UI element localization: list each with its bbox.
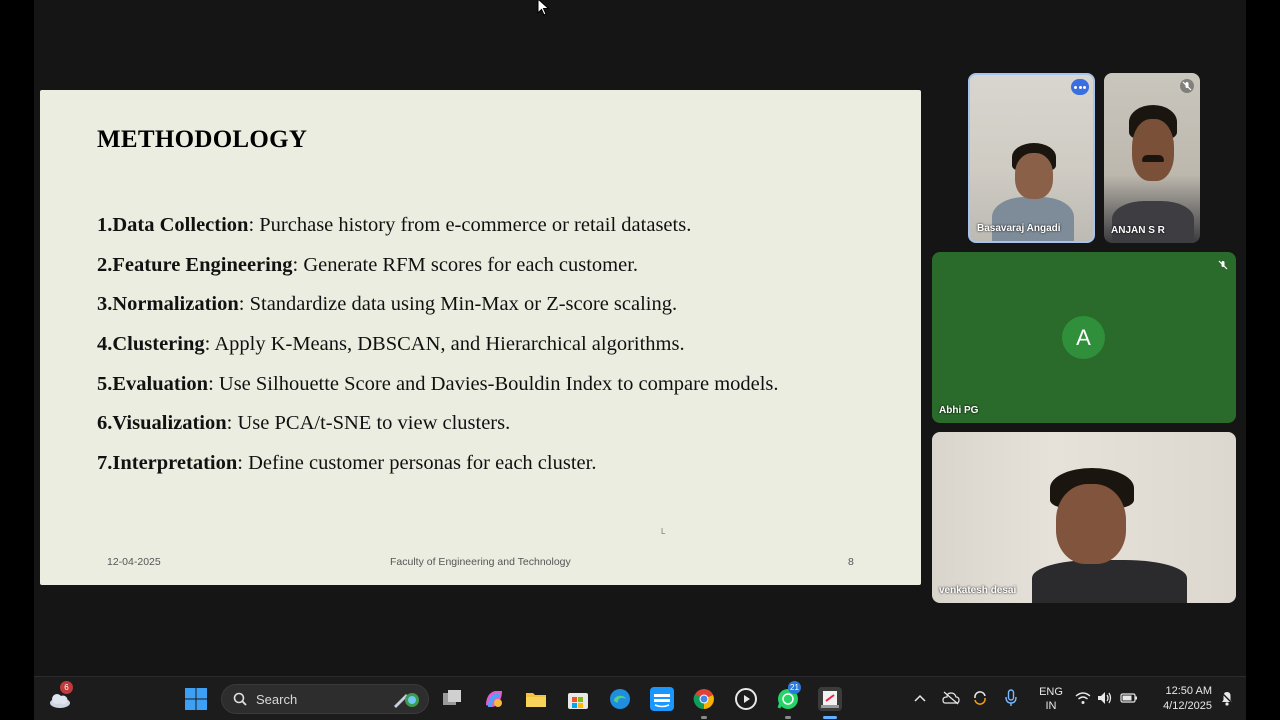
slide-footer-center: Faculty of Engineering and Technology	[390, 556, 571, 568]
item-term: 4.Clustering	[97, 333, 205, 356]
sync-icon[interactable]	[972, 690, 988, 706]
battery-icon[interactable]	[1120, 692, 1138, 704]
store-button[interactable]	[566, 687, 590, 711]
list-item: 7.Interpretation: Define customer person…	[97, 452, 897, 492]
onedrive-icon[interactable]	[942, 691, 960, 705]
item-desc: : Apply K-Means, DBSCAN, and Hierarchica…	[204, 333, 685, 356]
item-term: 1.Data Collection	[97, 214, 249, 236]
search-highlight-icon	[394, 693, 419, 708]
item-desc: : Generate RFM scores for each customer.	[292, 253, 639, 276]
participant-tile-abhi[interactable]: A Abhi PG	[932, 252, 1236, 423]
region-code: IN	[1045, 700, 1057, 712]
task-view-button[interactable]	[440, 687, 464, 711]
wifi-icon[interactable]	[1075, 691, 1091, 705]
snipping-tool-button[interactable]	[818, 687, 842, 711]
language-code: ENG	[1039, 686, 1063, 698]
running-indicator	[823, 716, 837, 719]
prime-video-button[interactable]	[650, 687, 674, 711]
slide-page-number: 8	[848, 556, 854, 568]
participant-video	[1132, 119, 1174, 181]
edge-icon	[610, 689, 630, 709]
whatsapp-badge: 21	[788, 681, 801, 694]
participant-name: ANJAN S R	[1111, 225, 1165, 236]
list-item: 4.Clustering: Apply K-Means, DBSCAN, and…	[97, 333, 897, 373]
item-term: 6.Visualization	[97, 412, 227, 435]
search-icon	[233, 692, 247, 706]
copilot-icon	[486, 691, 502, 708]
weather-widget[interactable]: 6	[48, 681, 73, 711]
slide-mark: L	[661, 527, 666, 536]
participant-video	[992, 197, 1074, 241]
microphone-icon[interactable]	[1004, 689, 1018, 707]
methodology-list: 1.Data Collection: Purchase history from…	[97, 214, 897, 492]
item-desc: : Purchase history from e-commerce or re…	[248, 214, 692, 236]
folder-icon	[526, 693, 546, 707]
clock-date: 4/12/2025	[1163, 700, 1212, 712]
list-item: 5.Evaluation: Use Silhouette Score and D…	[97, 373, 897, 413]
slide-footer-date: 12-04-2025	[107, 556, 161, 568]
item-term: 7.Interpretation	[97, 452, 238, 475]
participant-name: venkatesh desai	[939, 585, 1017, 596]
edge-button[interactable]	[608, 687, 632, 711]
mouse-cursor	[537, 0, 550, 16]
item-desc: : Use PCA/t-SNE to view clusters.	[226, 412, 511, 435]
item-desc: : Standardize data using Min-Max or Z-sc…	[238, 293, 678, 316]
taskbar: 6 Search 21 ENG IN 12:50 AM 4/12/2025	[34, 676, 1246, 720]
start-button[interactable]	[184, 687, 208, 711]
item-term: 3.Normalization	[97, 293, 239, 316]
participant-name: Basavaraj Angadi	[977, 223, 1061, 234]
running-indicator	[701, 716, 707, 719]
participant-video	[1112, 201, 1194, 243]
clock[interactable]: 12:50 AM 4/12/2025	[1146, 684, 1212, 714]
slide-title: METHODOLOGY	[97, 126, 308, 153]
item-desc: : Define customer personas for each clus…	[237, 452, 597, 475]
chrome-button[interactable]	[692, 687, 716, 711]
search-placeholder: Search	[256, 692, 298, 707]
windows-icon	[185, 688, 207, 710]
presentation-slide: METHODOLOGY 1.Data Collection: Purchase …	[40, 90, 921, 585]
task-view-icon	[443, 690, 461, 705]
copilot-button[interactable]	[482, 687, 506, 711]
participant-video	[1056, 484, 1126, 564]
more-options-button[interactable]	[1071, 79, 1089, 95]
participant-video	[1015, 153, 1053, 199]
participant-tile-venkatesh[interactable]: venkatesh desai	[932, 432, 1236, 603]
item-term: 2.Feature Engineering	[97, 253, 293, 276]
weather-badge: 6	[60, 681, 73, 694]
participant-name: Abhi PG	[939, 405, 979, 416]
search-input[interactable]: Search	[221, 684, 429, 714]
list-item: 3.Normalization: Standardize data using …	[97, 293, 897, 333]
participant-video	[1032, 560, 1187, 603]
notification-bell-icon[interactable]	[1219, 690, 1235, 706]
play-icon	[735, 688, 757, 710]
participant-tile-basavaraj[interactable]: Basavaraj Angadi	[968, 73, 1095, 243]
file-explorer-button[interactable]	[524, 687, 548, 711]
list-item: 6.Visualization: Use PCA/t-SNE to view c…	[97, 412, 897, 452]
volume-icon[interactable]	[1097, 691, 1113, 705]
media-player-button[interactable]	[734, 687, 758, 711]
participant-tile-anjan[interactable]: ANJAN S R	[1104, 73, 1200, 243]
mic-off-icon	[1216, 258, 1230, 272]
mic-off-icon	[1180, 79, 1194, 93]
avatar: A	[1062, 316, 1105, 359]
list-item: 1.Data Collection: Purchase history from…	[97, 214, 897, 254]
snipping-icon	[821, 691, 839, 708]
item-term: 5.Evaluation	[97, 372, 209, 395]
prime-video-icon	[654, 694, 670, 708]
store-icon	[568, 693, 588, 709]
chevron-up-icon[interactable]	[914, 693, 926, 703]
running-indicator	[785, 716, 791, 719]
list-item: 2.Feature Engineering: Generate RFM scor…	[97, 254, 897, 294]
item-desc: : Use Silhouette Score and Davies-Bouldi…	[208, 372, 779, 395]
chrome-icon	[693, 689, 714, 710]
whatsapp-button[interactable]: 21	[776, 681, 801, 711]
participant-video	[1142, 155, 1164, 162]
language-indicator[interactable]: ENG IN	[1036, 685, 1066, 713]
clock-time: 12:50 AM	[1165, 685, 1212, 697]
